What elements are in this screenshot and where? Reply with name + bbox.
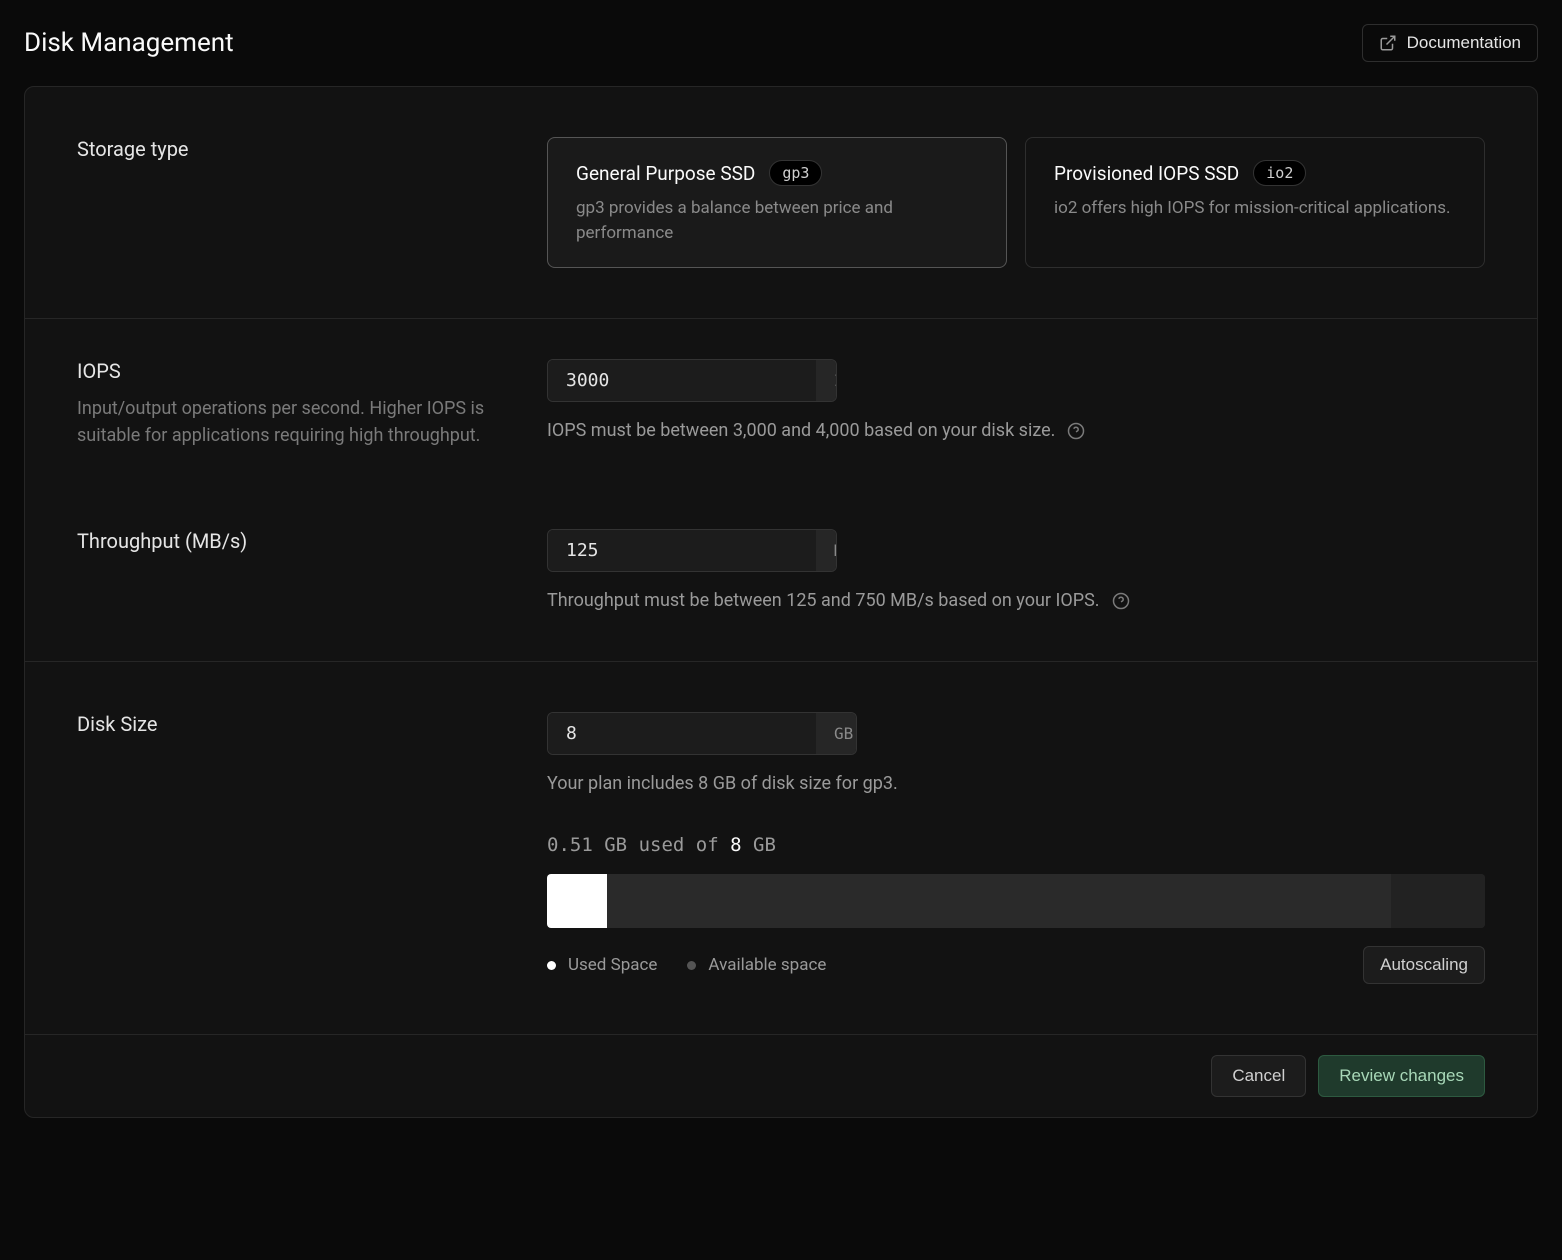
storage-type-label: Storage type <box>77 137 507 161</box>
throughput-hint: Throughput must be between 125 and 750 M… <box>547 590 1100 611</box>
review-changes-button[interactable]: Review changes <box>1318 1055 1485 1097</box>
storage-option-title: General Purpose SSD <box>576 162 755 185</box>
throughput-unit: MB/s <box>816 530 837 571</box>
legend-available-label: Available space <box>708 955 826 975</box>
documentation-button[interactable]: Documentation <box>1362 24 1538 62</box>
documentation-label: Documentation <box>1407 33 1521 53</box>
storage-type-section: Storage type General Purpose SSD gp3 gp3… <box>25 87 1537 318</box>
disk-size-hint: Your plan includes 8 GB of disk size for… <box>547 773 898 794</box>
legend-used-label: Used Space <box>568 955 657 975</box>
storage-option-badge: gp3 <box>769 160 822 186</box>
storage-option-badge: io2 <box>1253 160 1306 186</box>
storage-option-desc: gp3 provides a balance between price and… <box>576 196 978 245</box>
page-title: Disk Management <box>24 28 234 58</box>
storage-option-gp3[interactable]: General Purpose SSD gp3 gp3 provides a b… <box>547 137 1007 268</box>
storage-option-desc: io2 offers high IOPS for mission-critica… <box>1054 196 1456 221</box>
progress-plan-overlay <box>1391 874 1485 928</box>
autoscaling-button[interactable]: Autoscaling <box>1363 946 1485 984</box>
external-link-icon <box>1379 34 1397 52</box>
progress-available-segment <box>607 874 1485 928</box>
disk-usage-text: 0.51 GB used of 8 GB <box>547 834 1485 856</box>
iops-label: IOPS <box>77 359 507 383</box>
storage-option-io2[interactable]: Provisioned IOPS SSD io2 io2 offers high… <box>1025 137 1485 268</box>
help-icon[interactable] <box>1112 592 1130 610</box>
disk-size-unit: GB <box>816 713 857 754</box>
legend-dot-available <box>687 961 696 970</box>
disk-size-label: Disk Size <box>77 712 507 736</box>
throughput-label: Throughput (MB/s) <box>77 529 507 553</box>
help-icon[interactable] <box>1067 422 1085 440</box>
disk-size-section: Disk Size GB Your plan includes 8 GB of … <box>25 661 1537 1034</box>
footer-actions: Cancel Review changes <box>25 1034 1537 1117</box>
throughput-section: Throughput (MB/s) MB/s Throughput must b… <box>25 489 1537 661</box>
iops-section: IOPS Input/output operations per second.… <box>25 318 1537 489</box>
disk-size-input[interactable] <box>548 713 816 754</box>
progress-used-segment <box>547 874 607 928</box>
throughput-input[interactable] <box>548 530 816 571</box>
cancel-button[interactable]: Cancel <box>1211 1055 1306 1097</box>
legend-dot-used <box>547 961 556 970</box>
settings-panel: Storage type General Purpose SSD gp3 gp3… <box>24 86 1538 1118</box>
iops-desc: Input/output operations per second. High… <box>77 395 507 449</box>
iops-unit: IOPS <box>816 360 837 401</box>
storage-option-title: Provisioned IOPS SSD <box>1054 162 1239 185</box>
iops-hint: IOPS must be between 3,000 and 4,000 bas… <box>547 420 1055 441</box>
iops-input[interactable] <box>548 360 816 401</box>
disk-usage-bar <box>547 874 1485 928</box>
